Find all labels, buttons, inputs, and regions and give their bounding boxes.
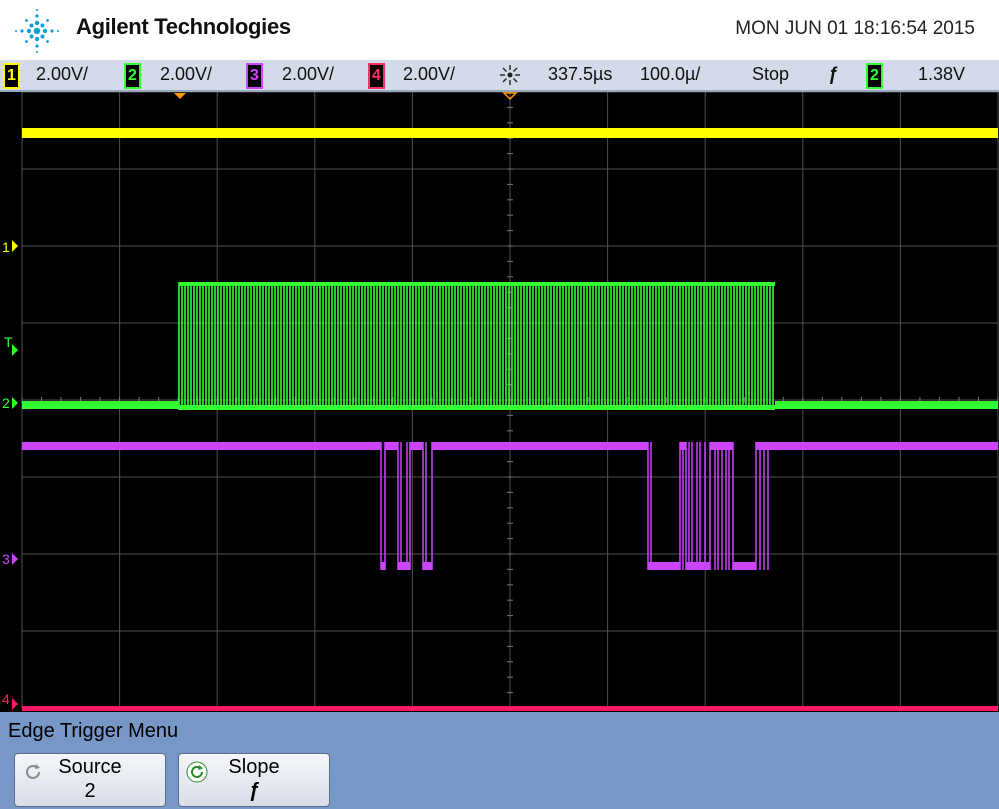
ch3-trace-high — [432, 442, 648, 450]
ch3-trace-low — [423, 562, 432, 570]
ch3-trace-low — [398, 562, 410, 570]
softkey-menu: Edge Trigger Menu Source 2 Slope ƒ — [0, 712, 999, 809]
channel-4-scale: 2.00V/ — [403, 64, 456, 84]
slope-softkey[interactable]: Slope ƒ — [178, 753, 330, 807]
slope-value: ƒ — [248, 780, 260, 802]
source-value: 2 — [84, 780, 96, 802]
status-bar: 1 2.00V/ 2 2.00V/ 3 2.00V/ 4 2.00V/ 337.… — [0, 60, 999, 92]
waveform-display[interactable]: 1 T 2 3 4 — [0, 92, 999, 712]
slope-label: Slope — [228, 756, 280, 778]
ch1-arrow-icon — [12, 240, 18, 252]
trigger-arrow-icon — [12, 344, 18, 356]
header-bar: Agilent Technologies MON JUN 01 18:16:54… — [0, 0, 999, 60]
time-offset: 337.5µs — [548, 64, 613, 84]
brand-name: Agilent Technologies — [76, 14, 291, 39]
time-scale: 100.0µ/ — [640, 64, 701, 84]
ch3-trace-low — [733, 562, 756, 570]
graticule-grid — [21, 92, 999, 709]
date-time: MON JUN 01 18:16:54 2015 — [735, 18, 975, 39]
ch3-trace-high — [385, 442, 398, 450]
sun-burst-icon — [500, 65, 520, 85]
channel-3-scale: 2.00V/ — [282, 64, 335, 84]
ch3-trace-high — [22, 442, 381, 450]
channel-2-scale: 2.00V/ — [160, 64, 213, 84]
channel-2-badge[interactable]: 2 — [124, 63, 141, 89]
ch2-ground-marker: 2 — [2, 395, 10, 411]
ch3-trace-high — [756, 442, 998, 450]
trigger-level-marker: T — [4, 334, 13, 350]
source-softkey[interactable]: Source 2 — [14, 753, 166, 807]
ch2-burst-top — [179, 282, 775, 286]
trigger-level: 1.38V — [918, 64, 966, 84]
ch4-arrow-icon — [12, 698, 18, 710]
ch3-trace-high — [410, 442, 423, 450]
ch2-arrow-icon — [12, 397, 18, 409]
waveform-canvas[interactable]: 1 T 2 3 4 — [0, 92, 999, 712]
ch2-trace-idle-left — [22, 401, 179, 409]
ch3-trace-low — [648, 562, 680, 570]
trigger-channel-badge: 2 — [866, 63, 883, 89]
channel-1-badge[interactable]: 1 — [3, 63, 20, 89]
ch4-ground-marker: 4 — [2, 691, 10, 707]
ch2-burst-bottom — [179, 405, 775, 410]
source-label: Source — [58, 756, 122, 778]
menu-title: Edge Trigger Menu — [8, 720, 179, 742]
ch3-trace-edges — [380, 442, 769, 570]
ch4-trace — [22, 706, 998, 711]
ch3-arrow-icon — [12, 553, 18, 565]
trigger-slope-icon: ƒ — [828, 64, 839, 84]
channel-1-scale: 2.00V/ — [36, 64, 89, 84]
run-state: Stop — [752, 64, 790, 84]
agilent-spark-logo-icon — [15, 9, 59, 53]
channel-3-badge[interactable]: 3 — [246, 63, 263, 89]
ch1-ground-marker: 1 — [2, 239, 10, 255]
trigger-position-marker — [174, 93, 186, 99]
ch3-ground-marker: 3 — [2, 551, 10, 567]
ch1-trace — [22, 128, 998, 138]
channel-4-badge[interactable]: 4 — [368, 63, 385, 89]
ch2-trace-burst — [178, 282, 774, 410]
ch2-trace-idle-right — [775, 401, 998, 409]
